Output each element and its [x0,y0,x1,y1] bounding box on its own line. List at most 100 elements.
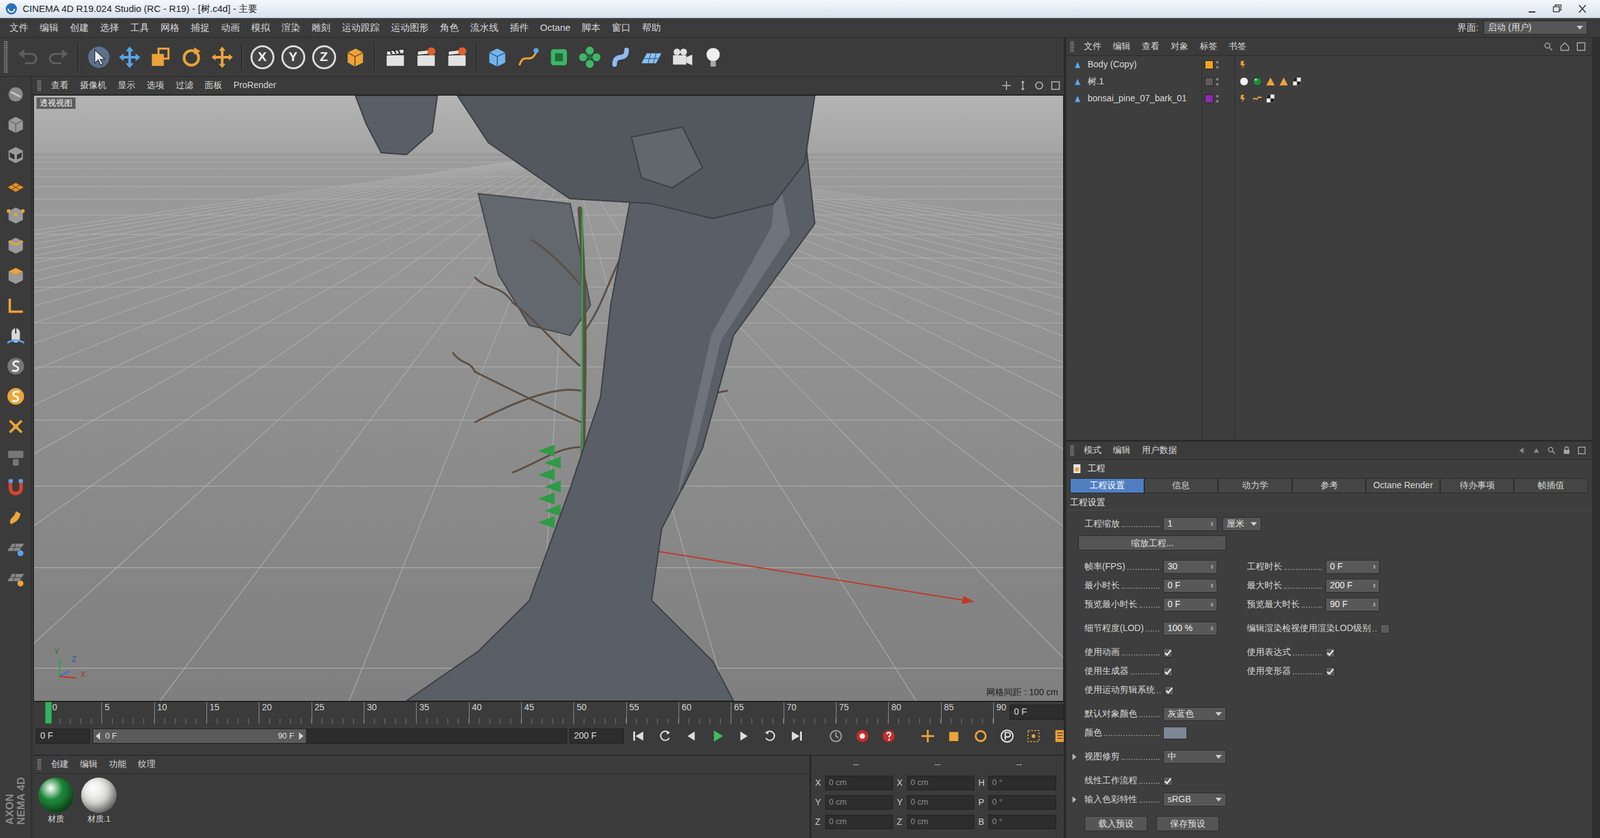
coordinate-field[interactable]: 0 cm [907,776,975,790]
menu-item[interactable]: Octane [534,20,576,36]
material-menu-item[interactable]: 创建 [45,759,75,771]
make-editable-button[interactable] [1,80,30,109]
model-mode-button[interactable] [1,110,30,139]
triangle-tag-icon[interactable] [1278,76,1290,87]
select-tool-button[interactable] [83,41,114,74]
attribute-menu-item[interactable]: 编辑 [1107,445,1137,457]
key-parameter-button[interactable] [995,725,1020,748]
range-right-handle-icon[interactable] [298,732,304,741]
object-row[interactable]: Body (Copy) [1066,56,1592,74]
close-icon[interactable] [1569,0,1595,17]
coordinate-field[interactable]: 0 ° [988,815,1057,829]
panel-grip[interactable] [1070,40,1075,53]
sculpt-toggle-button[interactable] [1,382,30,411]
playhead[interactable] [45,702,52,724]
menu-item[interactable]: 捕捉 [185,20,216,36]
menu-item[interactable]: 脚本 [575,20,607,36]
record-active-button[interactable] [823,725,848,748]
coordinate-field[interactable]: 0 cm [907,815,975,829]
spinner-icon[interactable] [1209,519,1215,529]
menu-item[interactable]: 运动跟踪 [336,20,386,36]
previous-key-button[interactable] [652,725,677,748]
menu-item[interactable]: 雕刻 [305,20,337,36]
end-frame-field[interactable]: 200 F [569,728,624,744]
next-frame-button[interactable] [732,725,756,748]
key-scale-button[interactable] [942,725,967,748]
viewport-menu-item[interactable]: ProRender [227,79,282,92]
undo-button[interactable] [11,41,43,74]
coordinate-field[interactable]: 0 ° [988,776,1057,790]
dropdown[interactable]: 灰蓝色 [1163,707,1227,722]
object-row[interactable]: bonsai_pine_07_bark_01 [1066,90,1592,108]
axis-lock-button[interactable]: X [246,41,278,74]
go-to-end-button[interactable] [784,725,809,748]
layout-dropdown[interactable]: 启动 (用户) [1483,20,1588,35]
menu-item[interactable]: 窗口 [606,20,637,36]
number-field[interactable]: 100 % [1163,621,1218,636]
coordinate-field[interactable]: 0 cm [825,815,894,829]
maximize-view-icon[interactable] [1049,79,1062,92]
layer-color[interactable] [1204,77,1214,87]
menu-item[interactable]: 运动图形 [385,20,435,36]
visibility-dots[interactable] [1216,61,1219,69]
attribute-tab[interactable]: 信息 [1144,478,1219,494]
spinner-icon[interactable] [1371,581,1378,591]
camera-button[interactable] [666,41,698,74]
start-frame-field[interactable]: 0 F [35,728,91,744]
material-menu-item[interactable]: 纹理 [132,759,162,771]
preview-range-fill[interactable]: 0 F90 F [93,729,306,744]
attribute-tab[interactable]: 参考 [1292,478,1367,494]
menu-item[interactable]: 动画 [215,20,246,36]
render-picture-viewer-button[interactable] [410,41,442,74]
dropdown[interactable]: 中 [1163,750,1227,765]
viewport-menu-item[interactable]: 查看 [45,79,75,92]
spinner-icon[interactable] [1209,600,1215,610]
coordinate-field[interactable]: 0 cm [825,795,894,810]
current-frame-field[interactable]: 0 F [1009,704,1064,721]
material-item[interactable]: 材质.1 [78,774,119,825]
material-preview[interactable] [81,777,117,814]
search-icon[interactable] [1546,445,1557,456]
number-field[interactable]: 1 [1163,517,1218,532]
lock-icon[interactable] [1561,445,1572,456]
panel-grip[interactable] [37,79,42,92]
nurbs-button[interactable] [543,41,575,74]
checkbox[interactable] [1163,776,1173,787]
number-field[interactable]: 200 F [1325,579,1380,593]
minimize-icon[interactable] [1519,0,1545,17]
triangle-tag-icon[interactable] [1265,76,1276,87]
pen-button[interactable] [512,41,544,74]
menu-item[interactable]: 编辑 [33,20,65,36]
spinner-icon[interactable] [1209,562,1215,572]
menu-item[interactable]: 模拟 [245,20,276,36]
object-menu-item[interactable]: 文件 [1078,40,1108,53]
array-button[interactable] [574,41,605,74]
object-menu-item[interactable]: 查看 [1136,40,1166,53]
back-icon[interactable] [1516,445,1527,456]
unit-dropdown[interactable]: 厘米 [1222,517,1262,532]
object-name[interactable]: Body (Copy) [1087,59,1137,71]
sketch-tag-icon[interactable] [1238,59,1250,70]
search-icon[interactable] [1542,40,1555,53]
spinner-icon[interactable] [1371,562,1378,572]
spinner-icon[interactable] [1371,600,1378,610]
previous-frame-button[interactable] [679,725,704,748]
brush-tool-button[interactable] [1,503,30,532]
menu-item[interactable]: 文件 [3,20,34,36]
next-key-button[interactable] [758,725,783,748]
number-field[interactable]: 30 [1163,560,1218,575]
checkbox[interactable] [1163,648,1173,658]
axis-mode-button[interactable] [1,292,30,320]
polygons-mode-button[interactable] [1,261,30,290]
material-tag-icon[interactable] [1251,76,1263,87]
expand-arrow-icon[interactable] [1072,754,1077,761]
axis-lock-button[interactable]: Y [277,41,309,74]
menu-item[interactable]: 流水线 [464,20,505,36]
scale-tool-button[interactable] [144,41,176,74]
number-field[interactable]: 0 F [1163,579,1218,593]
key-rotation-button[interactable] [968,725,993,748]
layer-color[interactable] [1204,94,1214,104]
dropdown[interactable]: sRGB [1163,793,1227,807]
key-position-button[interactable] [915,725,940,748]
object-menu-item[interactable]: 编辑 [1107,40,1137,53]
